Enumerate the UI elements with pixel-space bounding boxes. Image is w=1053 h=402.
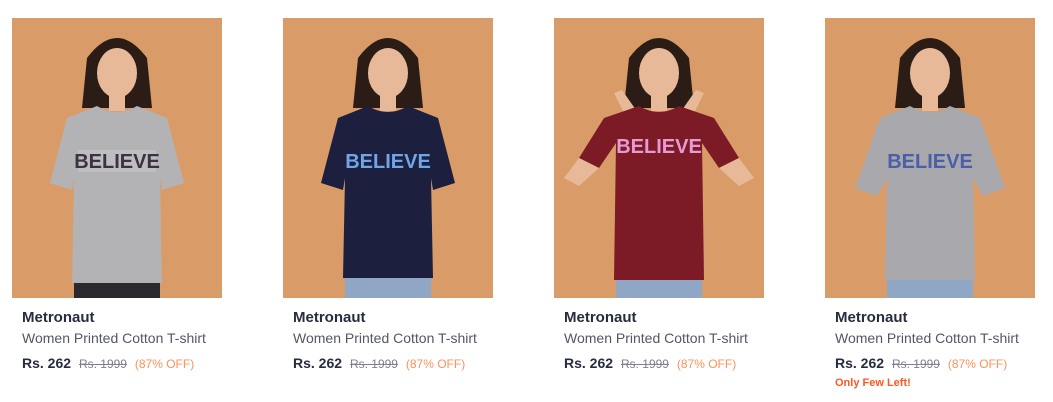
- product-discount: (87% OFF): [947, 357, 1008, 371]
- product-mrp: Rs. 1999: [620, 357, 669, 371]
- product-mrp: Rs. 1999: [891, 357, 940, 371]
- price-row: Rs. 262 Rs. 1999 (87% OFF): [22, 355, 194, 371]
- product-mrp: Rs. 1999: [349, 357, 398, 371]
- price-row: Rs. 262 Rs. 1999 (87% OFF): [564, 355, 736, 371]
- product-card[interactable]: BELIEVE Metronaut Women Printed Cotton T…: [12, 0, 242, 402]
- product-discount: (87% OFF): [676, 357, 737, 371]
- product-brand: Metronaut: [564, 309, 637, 326]
- print-text: BELIEVE: [887, 151, 973, 173]
- product-brand: Metronaut: [835, 309, 908, 326]
- product-price: Rs. 262: [835, 355, 885, 371]
- product-title: Women Printed Cotton T-shirt: [22, 330, 206, 346]
- product-brand: Metronaut: [22, 309, 95, 326]
- product-card[interactable]: BELIEVE Metronaut Women Printed Cotton T…: [554, 0, 784, 402]
- product-image[interactable]: BELIEVE: [283, 18, 493, 298]
- product-title: Women Printed Cotton T-shirt: [564, 330, 748, 346]
- product-card[interactable]: BELIEVE Metronaut Women Printed Cotton T…: [825, 0, 1053, 402]
- product-discount: (87% OFF): [134, 357, 195, 371]
- product-title: Women Printed Cotton T-shirt: [835, 330, 1019, 346]
- product-price: Rs. 262: [564, 355, 614, 371]
- price-row: Rs. 262 Rs. 1999 (87% OFF): [293, 355, 465, 371]
- product-image[interactable]: BELIEVE: [554, 18, 764, 298]
- print-text: BELIEVE: [74, 151, 160, 173]
- product-brand: Metronaut: [293, 309, 366, 326]
- product-mrp: Rs. 1999: [78, 357, 127, 371]
- stock-warning: Only Few Left!: [835, 377, 911, 389]
- model-photo: BELIEVE: [283, 18, 493, 298]
- print-text: BELIEVE: [345, 151, 431, 173]
- product-image[interactable]: BELIEVE: [825, 18, 1035, 298]
- model-photo: BELIEVE: [554, 18, 764, 298]
- product-price: Rs. 262: [22, 355, 72, 371]
- price-row: Rs. 262 Rs. 1999 (87% OFF): [835, 355, 1007, 371]
- product-price: Rs. 262: [293, 355, 343, 371]
- product-grid: BELIEVE Metronaut Women Printed Cotton T…: [0, 0, 1053, 402]
- print-text: BELIEVE: [616, 136, 702, 158]
- product-title: Women Printed Cotton T-shirt: [293, 330, 477, 346]
- model-photo: BELIEVE: [12, 18, 222, 298]
- product-discount: (87% OFF): [405, 357, 466, 371]
- product-image[interactable]: BELIEVE: [12, 18, 222, 298]
- model-photo: BELIEVE: [825, 18, 1035, 298]
- product-card[interactable]: BELIEVE Metronaut Women Printed Cotton T…: [283, 0, 513, 402]
